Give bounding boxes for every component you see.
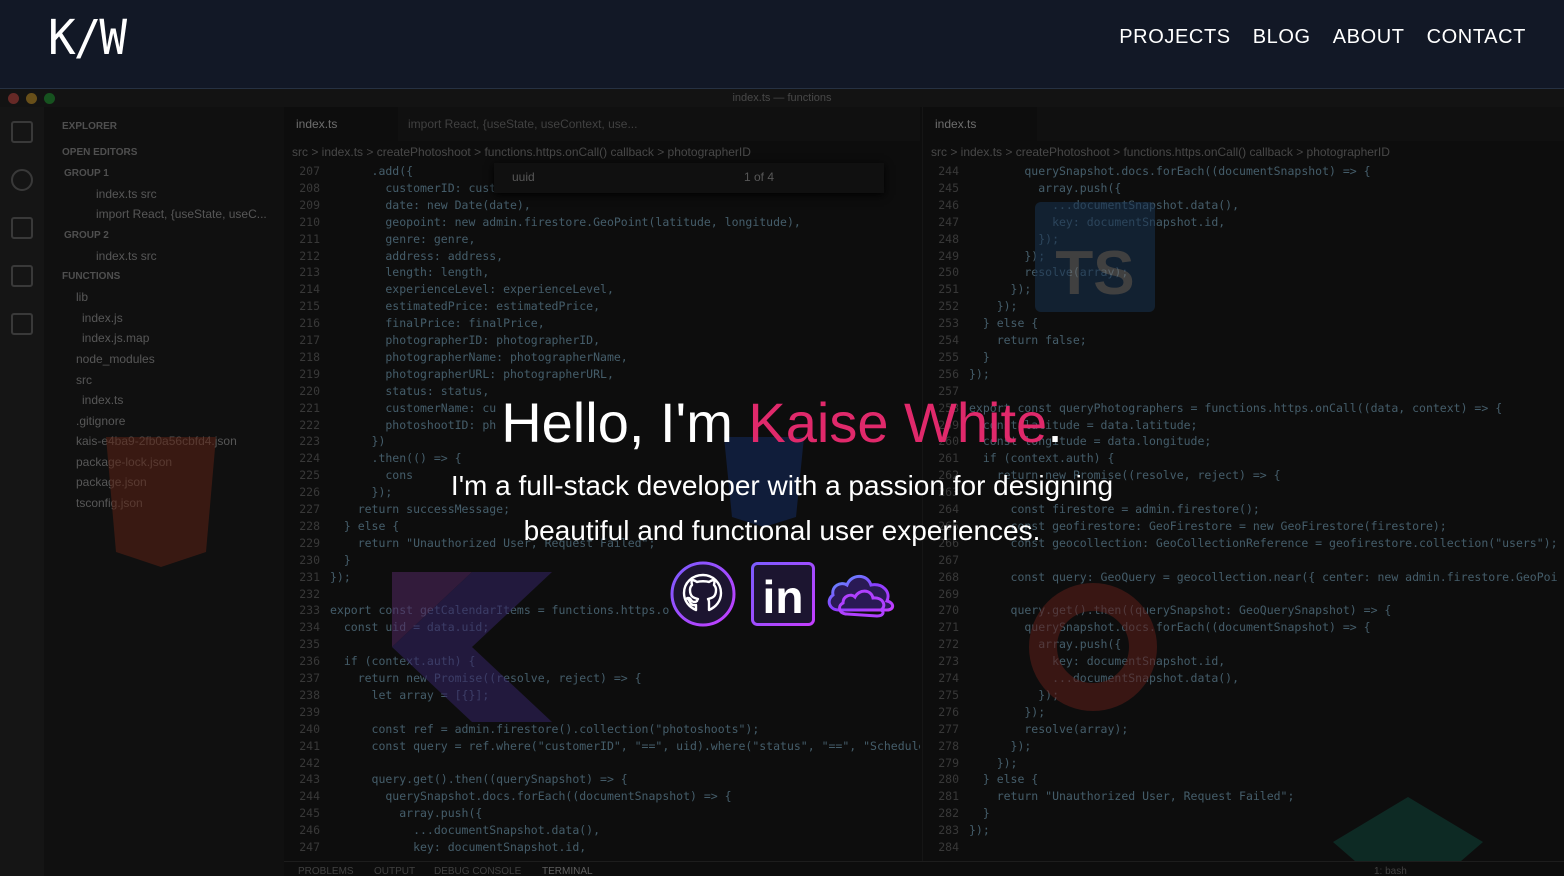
nav-projects[interactable]: PROJECTS xyxy=(1119,26,1230,49)
nav-blog[interactable]: BLOG xyxy=(1253,26,1311,49)
github-icon[interactable] xyxy=(669,560,737,628)
hero-section: Hello, I'm Kaise White. I'm a full-stack… xyxy=(0,88,1564,876)
hero-subtitle-line-2: beautiful and functional user experience… xyxy=(523,515,1041,546)
hero-period: . xyxy=(1047,391,1063,454)
linkedin-icon-text: in xyxy=(763,571,804,623)
social-links: in xyxy=(669,560,909,630)
hero-title: Hello, I'm Kaise White. xyxy=(0,390,1564,455)
hero-greeting: Hello, I'm xyxy=(501,391,749,454)
main-nav: PROJECTS BLOG ABOUT CONTACT xyxy=(1119,26,1526,49)
cloud-icon[interactable] xyxy=(823,564,903,624)
site-logo[interactable]: K/W xyxy=(48,9,127,66)
hero-name: Kaise White xyxy=(748,391,1048,454)
nav-contact[interactable]: CONTACT xyxy=(1427,26,1526,49)
site-header: K/W PROJECTS BLOG ABOUT CONTACT xyxy=(0,0,1564,89)
nav-about[interactable]: ABOUT xyxy=(1333,26,1405,49)
linkedin-icon[interactable]: in xyxy=(751,562,815,626)
hero-subtitle-line-1: I'm a full-stack developer with a passio… xyxy=(450,470,1114,501)
